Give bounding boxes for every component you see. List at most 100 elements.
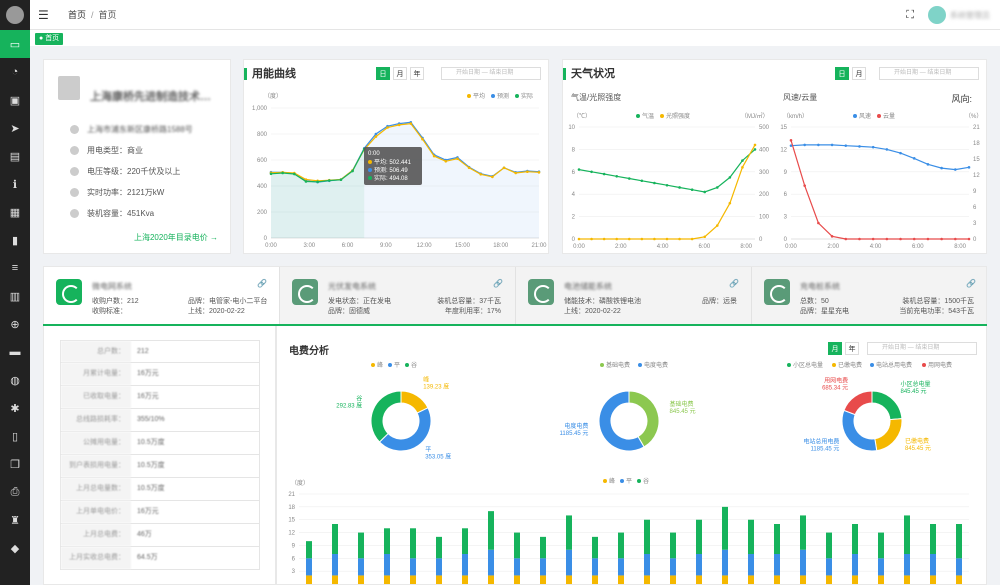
link-icon[interactable]: 🔗 [966,279,976,288]
system-info-r2: 上线：2020-02-22 [188,308,245,315]
legend-label: 峰 [377,361,383,369]
sidebar-item-grid[interactable]: ▦ [0,198,30,226]
sidebar-item-list[interactable]: ≡ [0,254,30,282]
sidebar-item-plus-circle[interactable]: ⊕ [0,310,30,338]
system-tab-4[interactable]: 充电桩系统 总数：50 品牌：星星充电 装机总容量：1500千瓦 当前充电功率：… [752,267,988,327]
menu-toggle-icon[interactable]: ☰ [38,8,60,22]
fee-date-range[interactable]: 开始日期 — 结束日期 [867,342,977,355]
bar-平 [878,558,884,576]
legend-label: 实际 [521,92,533,100]
sidebar-item-globe[interactable]: ◍ [0,366,30,394]
fee-btn-year[interactable]: 年 [845,342,859,355]
sidebar-item-table[interactable]: ▥ [0,282,30,310]
system-logo-icon [56,279,82,305]
sidebar-item-dashboard[interactable]: ◔ [0,58,30,86]
system-tab-2[interactable]: 光伏发电系统 发电状态：正在发电 品牌：固德威 装机总容量：37千瓦 年度利用率… [280,267,516,327]
sidebar-item-bug[interactable]: ✱ [0,394,30,422]
usage-date-start[interactable]: 开始日期 [456,70,480,76]
usage-btn-month[interactable]: 月 [393,67,407,80]
avatar[interactable] [928,6,946,24]
save-icon: ▣ [9,94,21,107]
sidebar-item-inbox[interactable]: ▤ [0,142,30,170]
x-tick-label: 12:00 [417,243,433,249]
data-point [690,237,694,241]
sidebar-item-tag[interactable]: ◆ [0,534,30,562]
sidebar-item-save[interactable]: ▣ [0,86,30,114]
pie-slice-谷 [370,390,402,443]
sidebar-item-monitor[interactable]: ▭ [0,30,30,58]
y-axis-unit-left: （km/h） [783,113,808,120]
data-point [627,177,631,180]
data-point [940,237,943,241]
bar-峰 [514,575,520,584]
bar-平 [462,554,468,576]
data-point [885,148,889,151]
usage-btn-year[interactable]: 年 [410,67,424,80]
data-point [830,235,834,238]
bar-平 [410,558,416,576]
y-right-tick-label: 200 [759,192,770,198]
sidebar-item-info[interactable]: ℹ [0,170,30,198]
sidebar-item-send[interactable]: ➤ [0,114,30,142]
weather-btn-month[interactable]: 月 [852,67,866,80]
usage-btn-day[interactable]: 日 [376,67,390,80]
x-tick-label: 4:00 [657,244,669,250]
slice-label: 电站总用电费 [803,438,839,446]
fee-btn-month[interactable]: 月 [828,342,842,355]
weather-btn-day[interactable]: 日 [835,67,849,80]
pie-slice-电站总用电费 [841,409,878,452]
system-name: 光伏发电系统 [328,282,376,291]
data-point [602,237,606,241]
price-catalog-link[interactable]: 上海2020年目录电价 → [134,232,218,243]
usage-tooltip: 0:00平均: 502.441预测: 506.49实际: 494.08 [364,147,422,185]
system-tab-3[interactable]: 电池储能系统 储能技术：磷酸铁锂电池 上线：2020-02-22 品牌：远景 🔗 [516,267,752,327]
data-point [926,163,930,166]
link-icon[interactable]: 🔗 [729,279,739,288]
slice-label: 峰 [423,375,429,383]
bar-y-unit: （度） [291,479,309,487]
legend-marker [491,94,495,98]
bar-谷 [930,524,936,554]
legend-marker [832,363,836,367]
sidebar-item-copy[interactable]: ❐ [0,450,30,478]
fullscreen-icon[interactable]: ⛶ [906,9,914,22]
usage-date-range[interactable]: 开始日期 — 结束日期 [441,67,541,80]
building-icon [58,76,80,100]
link-icon[interactable]: 🔗 [493,279,503,288]
usage-date-end[interactable]: 结束日期 [489,70,513,76]
x-tick-label: 6:00 [699,244,711,250]
user-name[interactable]: 系统管理员 [950,10,990,21]
bar-谷 [436,536,442,559]
system-detail-panel: 总户数： 212 月累计电量： 16万元 已收取电量： 16万元 总线路损耗率： 355/10… [43,326,276,585]
detail-row: 总线路损耗率： 355/10% [60,409,260,432]
sidebar-item-bar-chart[interactable]: ▮ [0,226,30,254]
sidebar-item-print[interactable]: ⎙ [0,478,30,506]
legend-marker [870,363,874,367]
sidebar-item-mobile[interactable]: ▯ [0,422,30,450]
slice-value: 845.45 元 [905,445,931,452]
pie-slice-平 [378,407,432,452]
fee-date-end[interactable]: 结束日期 [915,345,939,351]
grid-icon: ▦ [9,206,21,219]
system-tab-1[interactable]: 微电网系统 收购户数：212 收购标准： 品牌：电管家-电小二平台 上线：202… [44,267,280,327]
weather-date-start[interactable]: 开始日期 [894,70,918,76]
data-point [615,174,619,178]
y-tick-label: 3 [784,215,788,221]
weather-date-range[interactable]: 开始日期 — 结束日期 [879,67,979,80]
data-point [339,178,343,182]
bar-峰 [852,575,858,584]
y-axis-unit-right: （%） [965,113,982,120]
data-point [374,135,378,138]
shirt-icon: ♜ [10,514,20,527]
weather-date-end[interactable]: 结束日期 [927,70,951,76]
dashboard-icon: ◔ [11,66,19,78]
breadcrumb-home[interactable]: 首页 [68,10,86,20]
fee-date-start[interactable]: 开始日期 [882,345,906,351]
legend-marker [515,94,519,98]
link-icon[interactable]: 🔗 [257,279,267,288]
legend-marker [371,363,375,367]
system-info-l2: 品牌：固德威 [328,308,370,315]
tab-home[interactable]: ● 首页 [35,33,64,45]
sidebar-item-shirt[interactable]: ♜ [0,506,30,534]
sidebar-item-film[interactable]: ▬ [0,338,30,366]
